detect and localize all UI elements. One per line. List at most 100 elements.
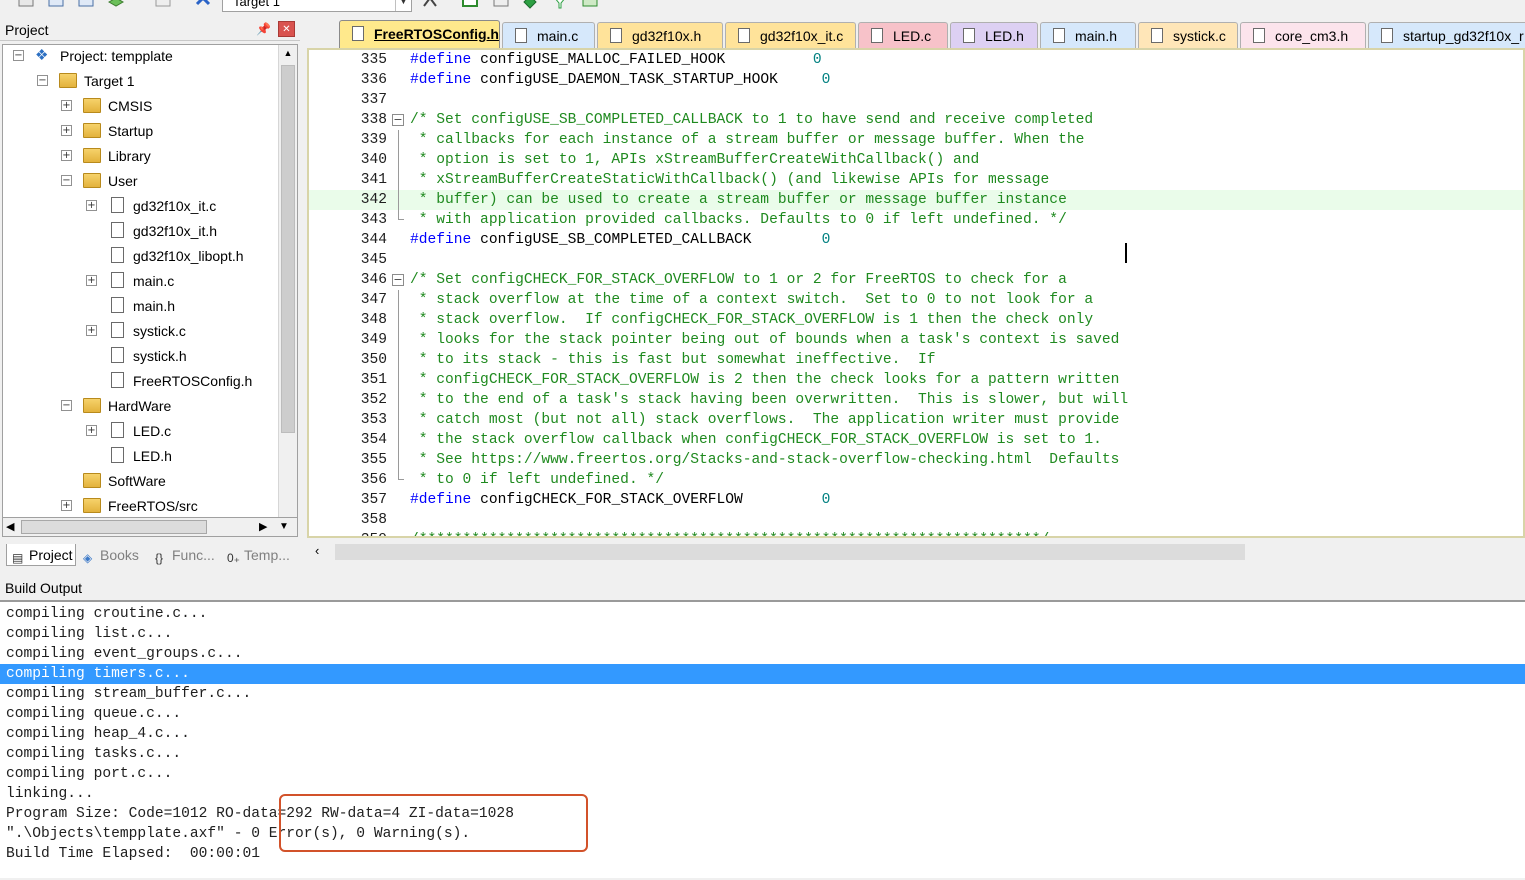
build-output-line[interactable]: compiling event_groups.c...	[0, 644, 1525, 664]
line-number: 346	[360, 272, 387, 288]
code-editor[interactable]: 335 #define configUSE_MALLOC_FAILED_HOOK …	[307, 48, 1525, 538]
window-icon[interactable]	[493, 0, 509, 10]
fold-guide	[398, 150, 399, 170]
editor-tab[interactable]: LED.c	[858, 22, 948, 48]
scroll-down-icon[interactable]: ▼	[279, 518, 289, 536]
editor-tab[interactable]: startup_gd32f10x_r	[1368, 22, 1525, 48]
grid-icon[interactable]	[48, 0, 64, 10]
editor-tab-label: LED.c	[893, 28, 932, 44]
code-line: 356 * to 0 if left undefined. */	[309, 470, 1523, 490]
editor-tab[interactable]: main.h	[1040, 22, 1136, 48]
code-line: 348 * stack overflow. If configCHECK_FOR…	[309, 310, 1523, 330]
editor-tab[interactable]: LED.h	[950, 22, 1038, 48]
scroll-left-icon[interactable]: ◀	[6, 518, 14, 536]
build-output-line[interactable]: compiling list.c...	[0, 624, 1525, 644]
panel-tab-project[interactable]: ▤ Project	[6, 544, 76, 566]
line-number: 358	[360, 512, 387, 528]
line-number: 335	[360, 52, 387, 68]
build-output-line[interactable]: ".\Objects\tempplate.axf" - 0 Error(s), …	[0, 824, 1525, 844]
scroll-right-icon[interactable]: ▶	[259, 518, 267, 536]
stack-icon[interactable]	[108, 0, 124, 10]
build-output-line[interactable]: compiling queue.c...	[0, 704, 1525, 724]
file-icon	[738, 28, 750, 43]
editor-tab[interactable]: gd32f10x.h	[597, 22, 723, 48]
editor-tab[interactable]: main.c	[502, 22, 595, 48]
build-output-line[interactable]: Build Time Elapsed: 00:00:01	[0, 844, 1525, 864]
collapse-icon[interactable]: −	[13, 50, 24, 61]
expand-icon[interactable]: +	[86, 425, 97, 436]
table-icon[interactable]	[78, 0, 94, 10]
editor-tab[interactable]: gd32f10x_it.c	[725, 22, 856, 48]
fold-guide	[398, 450, 399, 470]
code-line: 347 * stack overflow at the time of a co…	[309, 290, 1523, 310]
build-output-log[interactable]: compiling croutine.c... compiling list.c.…	[0, 600, 1525, 878]
download-icon[interactable]	[155, 0, 171, 10]
scrollbar-thumb[interactable]	[281, 65, 295, 433]
code-text: /* Set configUSE_SB_COMPLETED_CALLBACK t…	[410, 112, 1094, 128]
close-icon[interactable]: ✕	[278, 21, 295, 37]
tree-horizontal-scrollbar[interactable]: ◀ ▶ ▼	[2, 517, 298, 537]
collapse-icon[interactable]: −	[61, 175, 72, 186]
collapse-icon[interactable]: −	[37, 75, 48, 86]
fold-guide	[398, 190, 399, 210]
fold-guide	[398, 290, 399, 310]
layout-icon[interactable]	[462, 0, 478, 10]
pin-icon[interactable]: 📌	[256, 22, 271, 36]
editor-tab[interactable]: FreeRTOSConfig.h	[339, 20, 500, 48]
batch-build-icon[interactable]	[18, 0, 34, 10]
editor-tab[interactable]: systick.c	[1138, 22, 1238, 48]
file-icon	[111, 422, 124, 438]
editor-tab[interactable]: core_cm3.h	[1240, 22, 1366, 48]
scroll-left-icon[interactable]: ‹	[315, 543, 319, 558]
chevron-down-icon[interactable]: ▼	[395, 0, 411, 11]
diamond-icon[interactable]	[522, 0, 538, 10]
tree-item-label: gd32f10x_libopt.h	[133, 248, 244, 264]
expand-icon[interactable]: +	[86, 200, 97, 211]
panel-tab-temp[interactable]: 0₊ Temp...	[222, 544, 294, 566]
panel-tab-books[interactable]: ◈ Books	[78, 544, 148, 566]
tree-item-label: gd32f10x_it.c	[133, 198, 217, 214]
file-icon	[111, 247, 124, 263]
code-line: 339 * callbacks for each instance of a s…	[309, 130, 1523, 150]
file-icon	[111, 322, 124, 338]
tree-vertical-scrollbar[interactable]: ▲	[278, 45, 297, 517]
code-text: * See https://www.freertos.org/Stacks-an…	[410, 452, 1120, 468]
scroll-up-icon[interactable]: ▲	[281, 48, 295, 62]
fold-guide	[398, 410, 399, 430]
line-number: 339	[360, 132, 387, 148]
expand-icon[interactable]: +	[61, 100, 72, 111]
manage-targets-icon[interactable]	[422, 0, 438, 10]
panel-tab-func[interactable]: {} Func...	[150, 544, 220, 566]
funnel-icon[interactable]	[552, 0, 568, 10]
expand-icon[interactable]: +	[61, 500, 72, 511]
project-panel: Project 📌 ✕ − ❖ Project: tempplate − Target …	[0, 19, 300, 572]
code-text: * stack overflow. If configCHECK_FOR_STA…	[410, 312, 1094, 328]
build-output-line[interactable]: compiling port.c...	[0, 764, 1525, 784]
collapse-icon[interactable]: −	[61, 400, 72, 411]
fold-collapse-icon[interactable]: −	[392, 114, 404, 126]
scrollbar-thumb[interactable]	[335, 544, 1245, 560]
panel-tab-label: Books	[100, 547, 139, 563]
editor-tab-label: gd32f10x.h	[632, 28, 702, 44]
build-output-line[interactable]: compiling timers.c...	[0, 664, 1525, 684]
fold-collapse-icon[interactable]: −	[392, 274, 404, 286]
build-output-line[interactable]: compiling tasks.c...	[0, 744, 1525, 764]
build-output-line[interactable]: compiling croutine.c...	[0, 604, 1525, 624]
build-output-line[interactable]: compiling stream_buffer.c...	[0, 684, 1525, 704]
build-output-line[interactable]: linking...	[0, 784, 1525, 804]
expand-icon[interactable]: +	[86, 275, 97, 286]
build-output-line[interactable]: compiling heap_4.c...	[0, 724, 1525, 744]
expand-icon[interactable]: +	[86, 325, 97, 336]
expand-icon[interactable]: +	[61, 150, 72, 161]
build-output-line[interactable]: Program Size: Code=1012 RO-data=292 RW-d…	[0, 804, 1525, 824]
project-tree: − ❖ Project: tempplate − Target 1 + CMSIS + Star…	[2, 44, 298, 518]
file-icon	[111, 222, 124, 238]
monitor-icon[interactable]	[582, 0, 598, 10]
scrollbar-thumb[interactable]	[21, 520, 207, 534]
target-select[interactable]: Target 1 ▼	[222, 0, 412, 12]
expand-icon[interactable]: +	[61, 125, 72, 136]
code-text: * to the end of a task's stack having be…	[410, 392, 1129, 408]
line-number: 351	[360, 372, 387, 388]
code-horizontal-scrollbar[interactable]: ‹	[307, 540, 1525, 564]
options-icon[interactable]	[195, 0, 211, 10]
